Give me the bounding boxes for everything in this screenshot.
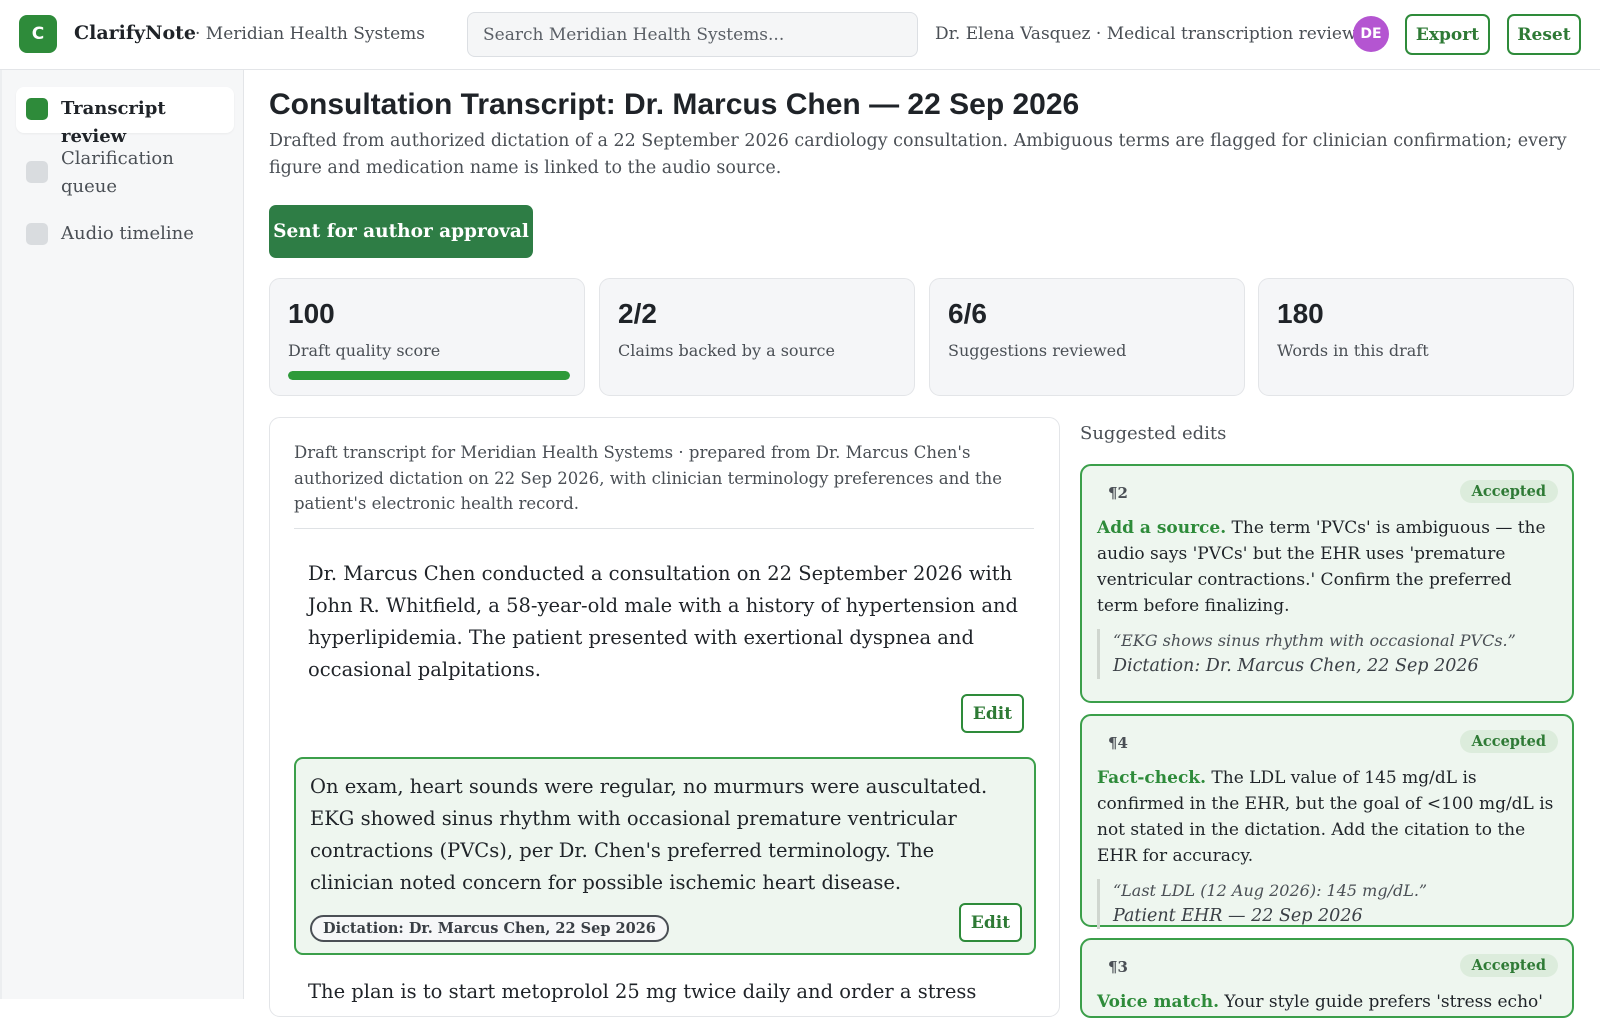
quote-text: “EKG shows sinus rhythm with occasional … [1113,631,1516,650]
suggestion-body: Voice match. Your style guide prefers 's… [1097,989,1556,1016]
stat-label: Claims backed by a source [618,341,835,360]
sidebar-item-label: Clarification queue [61,148,174,197]
suggestion-type: Fact-check. [1097,768,1206,788]
avatar[interactable]: DE [1353,16,1389,52]
paragraph-text: Dr. Marcus Chen conducted a consultation… [308,562,1019,681]
nav-indicator-icon [26,223,48,245]
status-badge: Accepted [1459,730,1558,753]
stat-label: Suggestions reviewed [948,341,1127,360]
suggestion-type: Voice match. [1097,992,1219,1012]
status-badge: Accepted [1459,954,1558,977]
current-user: Dr. Elena Vasquez · Medical transcriptio… [935,24,1375,44]
suggestion-body: Add a source. The term 'PVCs' is ambiguo… [1097,515,1556,619]
sidebar-item-clarification-queue[interactable]: Clarification queue [16,145,234,207]
source-quote: “EKG shows sinus rhythm with occasional … [1097,629,1556,679]
page-title: Consultation Transcript: Dr. Marcus Chen… [269,88,1080,121]
sidebar-item-transcript-review[interactable]: Transcript review [16,87,234,147]
stat-card-claims: 2/2 Claims backed by a source [599,278,915,396]
stat-card-quality: 100 Draft quality score [269,278,585,396]
page-subtitle: Drafted from authorized dictation of a 2… [269,131,1567,178]
suggestion-card[interactable]: ¶3 Accepted Voice match. Your style guid… [1080,938,1574,1018]
suggestion-type: Add a source. [1097,518,1227,538]
export-button[interactable]: Export [1405,14,1490,55]
paragraph-text: The plan is to start metoprolol 25 mg tw… [308,980,977,1003]
top-bar: C ClarifyNote · Meridian Health Systems … [0,0,1600,70]
app-logo[interactable]: C [19,15,57,53]
divider [294,528,1034,529]
sidebar-item-label: Transcript review [61,98,166,147]
transcript-paragraph-highlighted[interactable]: On exam, heart sounds were regular, no m… [294,757,1036,955]
source-badge[interactable]: Dictation: Dr. Marcus Chen, 22 Sep 2026 [310,915,669,942]
stat-value: 180 [1277,298,1324,329]
stat-value: 6/6 [948,298,987,329]
quote-source: Patient EHR — 22 Sep 2026 [1113,906,1363,926]
stat-label: Draft quality score [288,341,441,360]
suggestion-card[interactable]: ¶4 Accepted Fact-check. The LDL value of… [1080,714,1574,929]
nav-indicator-icon [26,98,48,120]
suggestion-card[interactable]: ¶2 Accepted Add a source. The term 'PVCs… [1080,464,1574,703]
paragraph-reference: ¶2 [1108,484,1128,502]
edit-button[interactable]: Edit [959,903,1022,942]
nav-indicator-icon [26,161,48,183]
sidebar-item-label: Audio timeline [61,223,194,244]
transcript-paragraph[interactable]: The plan is to start metoprolol 25 mg tw… [294,964,1036,1016]
stat-label: Words in this draft [1277,341,1429,360]
search-input[interactable] [467,12,918,57]
sidebar-item-audio-timeline[interactable]: Audio timeline [16,220,234,260]
paragraph-text: On exam, heart sounds were regular, no m… [310,775,988,894]
status-badge: Accepted [1459,480,1558,503]
stat-card-suggestions: 6/6 Suggestions reviewed [929,278,1245,396]
suggestion-body: Fact-check. The LDL value of 145 mg/dL i… [1097,765,1556,869]
edit-button[interactable]: Edit [961,694,1024,733]
transcript-document: Draft transcript for Meridian Health Sys… [269,417,1060,1017]
app-name: ClarifyNote [74,22,196,44]
stat-value: 100 [288,298,335,329]
organization-name: · Meridian Health Systems [195,24,425,44]
document-intro: Draft transcript for Meridian Health Sys… [294,443,1003,513]
sent-for-approval-button[interactable]: Sent for author approval [269,205,533,258]
quality-progress-bar [288,371,570,380]
stat-value: 2/2 [618,298,657,329]
sidebar: Transcript review Clarification queue Au… [0,70,244,999]
transcript-paragraph[interactable]: Dr. Marcus Chen conducted a consultation… [294,546,1036,738]
quote-text: “Last LDL (12 Aug 2026): 145 mg/dL.” [1113,881,1428,900]
paragraph-reference: ¶4 [1108,734,1128,752]
stat-card-words: 180 Words in this draft [1258,278,1574,396]
quality-progress-fill [288,371,570,380]
reset-button[interactable]: Reset [1507,14,1581,55]
quote-source: Dictation: Dr. Marcus Chen, 22 Sep 2026 [1113,656,1479,676]
paragraph-reference: ¶3 [1108,958,1128,976]
suggestions-heading: Suggested edits [1080,423,1227,444]
source-quote: “Last LDL (12 Aug 2026): 145 mg/dL.” Pat… [1097,879,1556,929]
